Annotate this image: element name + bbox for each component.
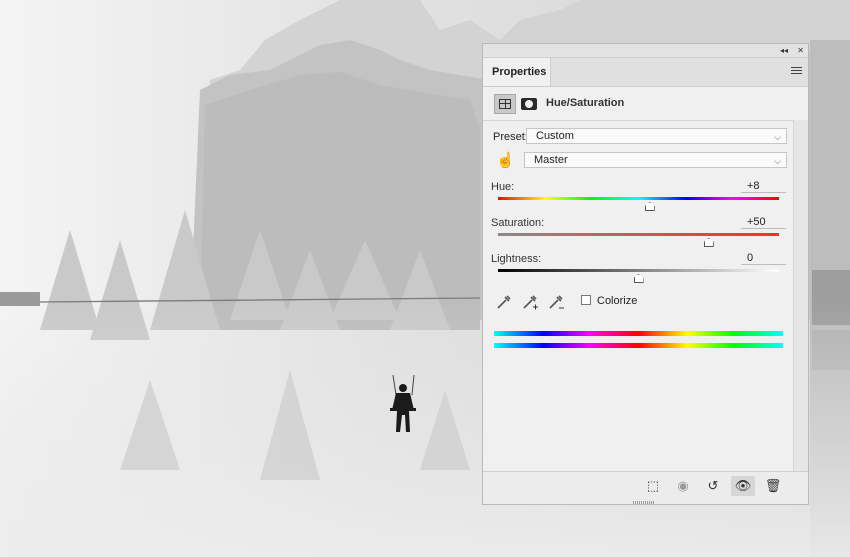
hue-saturation-adjustment-icon[interactable] xyxy=(494,94,516,114)
layer-mask-icon[interactable] xyxy=(521,98,537,110)
saturation-slider-track[interactable] xyxy=(498,233,779,236)
preset-value: Custom xyxy=(536,130,574,142)
panel-footer: ⬚ ◉ ↺ 👁 🗑 xyxy=(483,471,808,504)
saturation-label: Saturation: xyxy=(491,217,545,229)
panel-tab-bar: Properties xyxy=(483,58,808,87)
panel-scrollbar[interactable] xyxy=(793,120,808,472)
chevron-down-icon: ⌵ xyxy=(774,156,781,166)
panel-menu-icon[interactable] xyxy=(791,67,802,76)
lightness-slider-track[interactable] xyxy=(498,269,779,272)
eyedropper-icon[interactable] xyxy=(495,293,513,311)
trash-icon[interactable]: 🗑 xyxy=(761,476,785,496)
output-spectrum-bar xyxy=(494,343,783,348)
colorize-checkbox[interactable] xyxy=(581,295,591,305)
eyedropper-add-icon[interactable] xyxy=(521,293,539,311)
view-previous-state-icon[interactable]: ◉ xyxy=(671,476,695,496)
reset-icon[interactable]: ↺ xyxy=(701,476,725,496)
lightness-label: Lightness: xyxy=(491,253,542,265)
panel-title-bar[interactable]: ◂◂ ✕ xyxy=(483,44,808,58)
hue-slider-track[interactable] xyxy=(498,197,779,200)
clip-to-layer-icon[interactable]: ⬚ xyxy=(641,476,665,496)
colorize-label: Colorize xyxy=(597,295,638,307)
hue-slider-thumb[interactable] xyxy=(644,202,655,211)
close-icon[interactable]: ✕ xyxy=(797,44,804,57)
hue-value-field[interactable]: +8 xyxy=(741,181,786,193)
eyedropper-tools: Colorize xyxy=(495,293,795,311)
preset-label: Preset: xyxy=(493,131,528,143)
lightness-slider-thumb[interactable] xyxy=(633,274,644,283)
eyedropper-subtract-icon[interactable] xyxy=(547,293,565,311)
saturation-value-field[interactable]: +50 xyxy=(741,217,786,229)
lightness-value-field[interactable]: 0 xyxy=(741,253,786,265)
adjustment-title: Hue/Saturation xyxy=(546,97,625,109)
chevron-down-icon: ⌵ xyxy=(774,132,781,142)
double-chevron-left-icon[interactable]: ◂◂ xyxy=(780,44,788,57)
preset-select[interactable]: Custom ⌵ xyxy=(526,128,787,144)
targeted-adjustment-hand-icon[interactable]: ☝ xyxy=(496,151,515,169)
channel-select[interactable]: Master ⌵ xyxy=(524,152,787,168)
tab-properties[interactable]: Properties xyxy=(483,58,551,86)
resize-grip[interactable] xyxy=(633,501,655,504)
adjustment-header: Hue/Saturation xyxy=(483,87,808,121)
input-spectrum-bar xyxy=(494,331,783,336)
saturation-slider-thumb[interactable] xyxy=(703,238,714,247)
visibility-eye-icon[interactable]: 👁 xyxy=(731,476,755,496)
channel-value: Master xyxy=(534,154,568,166)
hue-label: Hue: xyxy=(491,181,515,193)
properties-panel: ◂◂ ✕ Properties Hue/Saturation Preset: C… xyxy=(482,43,809,505)
